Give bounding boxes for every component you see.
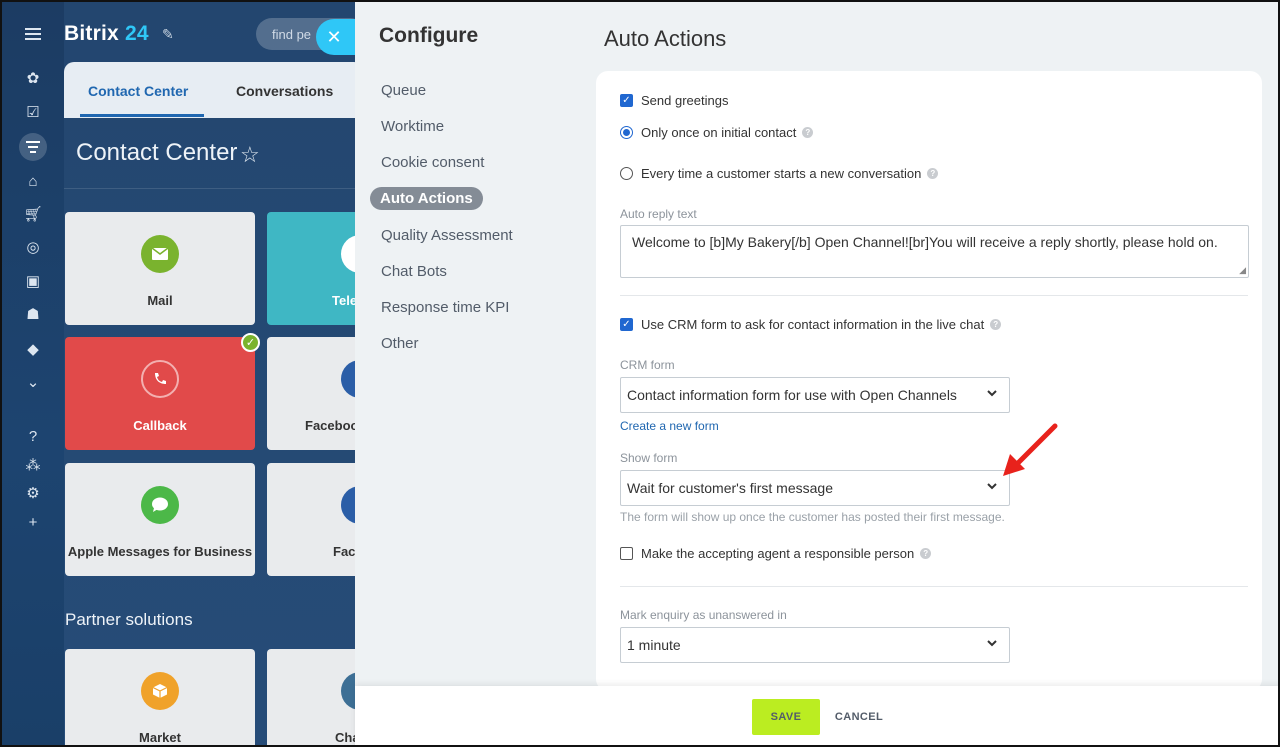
- create-new-form-link[interactable]: Create a new form: [620, 419, 719, 433]
- tile-label: Apple Messages for Business: [67, 544, 253, 559]
- show-form-value: Wait for customer's first message: [627, 480, 833, 496]
- radio-once[interactable]: [620, 126, 633, 139]
- show-form-hint: The form will show up once the customer …: [620, 510, 1005, 524]
- target-icon[interactable]: ◎: [23, 237, 43, 257]
- page-title: Contact Center: [76, 139, 238, 166]
- radio-every-label: Every time a customer starts a new conve…: [641, 166, 922, 181]
- contact-center-icon[interactable]: [19, 133, 47, 161]
- send-greetings-checkbox[interactable]: ✓: [620, 94, 633, 107]
- nav-auto-actions[interactable]: Auto Actions: [370, 187, 483, 210]
- tile-label: Callback: [133, 418, 187, 433]
- help-icon[interactable]: ?: [920, 548, 932, 559]
- cart-icon[interactable]: 🛒︎: [23, 204, 43, 224]
- responsible-label: Make the accepting agent a responsible p…: [641, 546, 915, 561]
- help-icon[interactable]: ?: [990, 319, 1002, 330]
- tile-label: Market: [139, 730, 181, 745]
- tab-conversations[interactable]: Conversations: [236, 83, 333, 99]
- responsible-row[interactable]: Make the accepting agent a responsible p…: [620, 546, 932, 561]
- sitemap-icon[interactable]: ⁂: [23, 455, 43, 475]
- box-icon: [141, 672, 179, 710]
- auto-reply-text: Welcome to [b]My Bakery[/b] Open Channel…: [632, 234, 1218, 250]
- save-button[interactable]: SAVE: [752, 699, 820, 735]
- tab-contact-center[interactable]: Contact Center: [88, 83, 188, 99]
- bank-icon[interactable]: ⌂: [23, 171, 43, 191]
- show-form-select[interactable]: Wait for customer's first message: [620, 470, 1010, 506]
- crm-form-select[interactable]: Contact information form for use with Op…: [620, 377, 1010, 413]
- use-crm-form-label: Use CRM form to ask for contact informat…: [641, 317, 985, 332]
- active-tab-indicator: [80, 114, 204, 117]
- tile-mail[interactable]: Mail: [65, 212, 255, 325]
- hamburger-menu-icon[interactable]: [23, 24, 43, 44]
- gear-icon[interactable]: ⚙: [23, 483, 43, 503]
- help-icon[interactable]: ?: [927, 168, 939, 179]
- chevron-down-icon: [987, 483, 997, 490]
- send-greetings-row[interactable]: ✓ Send greetings: [620, 93, 728, 108]
- contact-card-icon[interactable]: ▣: [23, 271, 43, 291]
- cancel-button[interactable]: CANCEL: [828, 699, 890, 735]
- radio-once-row[interactable]: Only once on initial contact ?: [620, 125, 814, 140]
- unanswered-select[interactable]: 1 minute: [620, 627, 1010, 663]
- unanswered-value: 1 minute: [627, 637, 681, 653]
- tile-callback[interactable]: Callback: [65, 337, 255, 450]
- app-tabbar: Contact Center Conversations: [64, 62, 364, 118]
- show-form-label: Show form: [620, 451, 678, 465]
- help-icon[interactable]: ?: [23, 426, 43, 446]
- checkmark-icon: ✓: [241, 333, 260, 352]
- radio-once-label: Only once on initial contact: [641, 125, 797, 140]
- send-greetings-label: Send greetings: [641, 93, 729, 108]
- responsible-checkbox[interactable]: [620, 547, 633, 560]
- nav-worktime[interactable]: Worktime: [381, 118, 444, 135]
- cube-icon[interactable]: ◆: [23, 339, 43, 359]
- nav-quality-assessment[interactable]: Quality Assessment: [381, 227, 513, 244]
- divider: [64, 188, 364, 189]
- star-icon[interactable]: ☆: [240, 142, 260, 168]
- close-slider-button[interactable]: ✕: [316, 19, 356, 55]
- tile-market[interactable]: Market: [65, 649, 255, 745]
- radio-every-row[interactable]: Every time a customer starts a new conve…: [620, 166, 939, 181]
- chat-bubble-icon: [141, 486, 179, 524]
- nav-queue[interactable]: Queue: [381, 82, 426, 99]
- left-rail: ✿ ☑ ⌂ 🛒︎ ◎ ▣ ☗ ◆ ⌄ ? ⁂ ⚙ +: [2, 2, 64, 745]
- chevron-down-icon: [987, 640, 997, 647]
- pencil-icon[interactable]: ✎: [162, 26, 174, 43]
- tile-label: Mail: [147, 293, 173, 308]
- callback-icon: [141, 360, 179, 398]
- configure-title: Configure: [379, 24, 479, 47]
- auto-reply-textarea[interactable]: Welcome to [b]My Bakery[/b] Open Channel…: [620, 225, 1249, 278]
- nav-cookie-consent[interactable]: Cookie consent: [381, 154, 484, 171]
- unanswered-label: Mark enquiry as unanswered in: [620, 608, 787, 622]
- mail-icon: [141, 235, 179, 273]
- section-heading: Partner solutions: [65, 610, 193, 629]
- chevron-down-circle-icon[interactable]: ⌄: [23, 372, 43, 392]
- auto-actions-title: Auto Actions: [604, 26, 727, 51]
- window-frame: ✿ ☑ ⌂ 🛒︎ ◎ ▣ ☗ ◆ ⌄ ? ⁂ ⚙ + Bitrix 24 ✎ f…: [0, 0, 1280, 747]
- tile-apple-messages[interactable]: Apple Messages for Business: [65, 463, 255, 576]
- nav-chat-bots[interactable]: Chat Bots: [381, 263, 447, 280]
- resize-handle-icon[interactable]: ◢: [1239, 266, 1246, 275]
- brand-logo: Bitrix 24: [64, 22, 149, 45]
- divider: [620, 586, 1248, 587]
- robot-icon[interactable]: ☗: [23, 304, 43, 324]
- tasks-icon[interactable]: ☑: [23, 102, 43, 122]
- nav-response-time-kpi[interactable]: Response time KPI: [381, 299, 509, 316]
- use-crm-form-checkbox[interactable]: ✓: [620, 318, 633, 331]
- crm-form-value: Contact information form for use with Op…: [627, 387, 957, 403]
- feed-icon[interactable]: ✿: [23, 68, 43, 88]
- divider: [620, 295, 1248, 296]
- help-icon[interactable]: ?: [802, 127, 814, 138]
- nav-other[interactable]: Other: [381, 335, 419, 352]
- radio-every-time[interactable]: [620, 167, 633, 180]
- close-icon: ✕: [326, 26, 342, 47]
- chevron-down-icon: [987, 390, 997, 397]
- annotation-arrow-icon: [1003, 423, 1058, 476]
- use-crm-form-row[interactable]: ✓ Use CRM form to ask for contact inform…: [620, 317, 1002, 332]
- auto-reply-label: Auto reply text: [620, 207, 697, 221]
- plus-icon[interactable]: +: [23, 512, 43, 532]
- crm-form-label: CRM form: [620, 358, 675, 372]
